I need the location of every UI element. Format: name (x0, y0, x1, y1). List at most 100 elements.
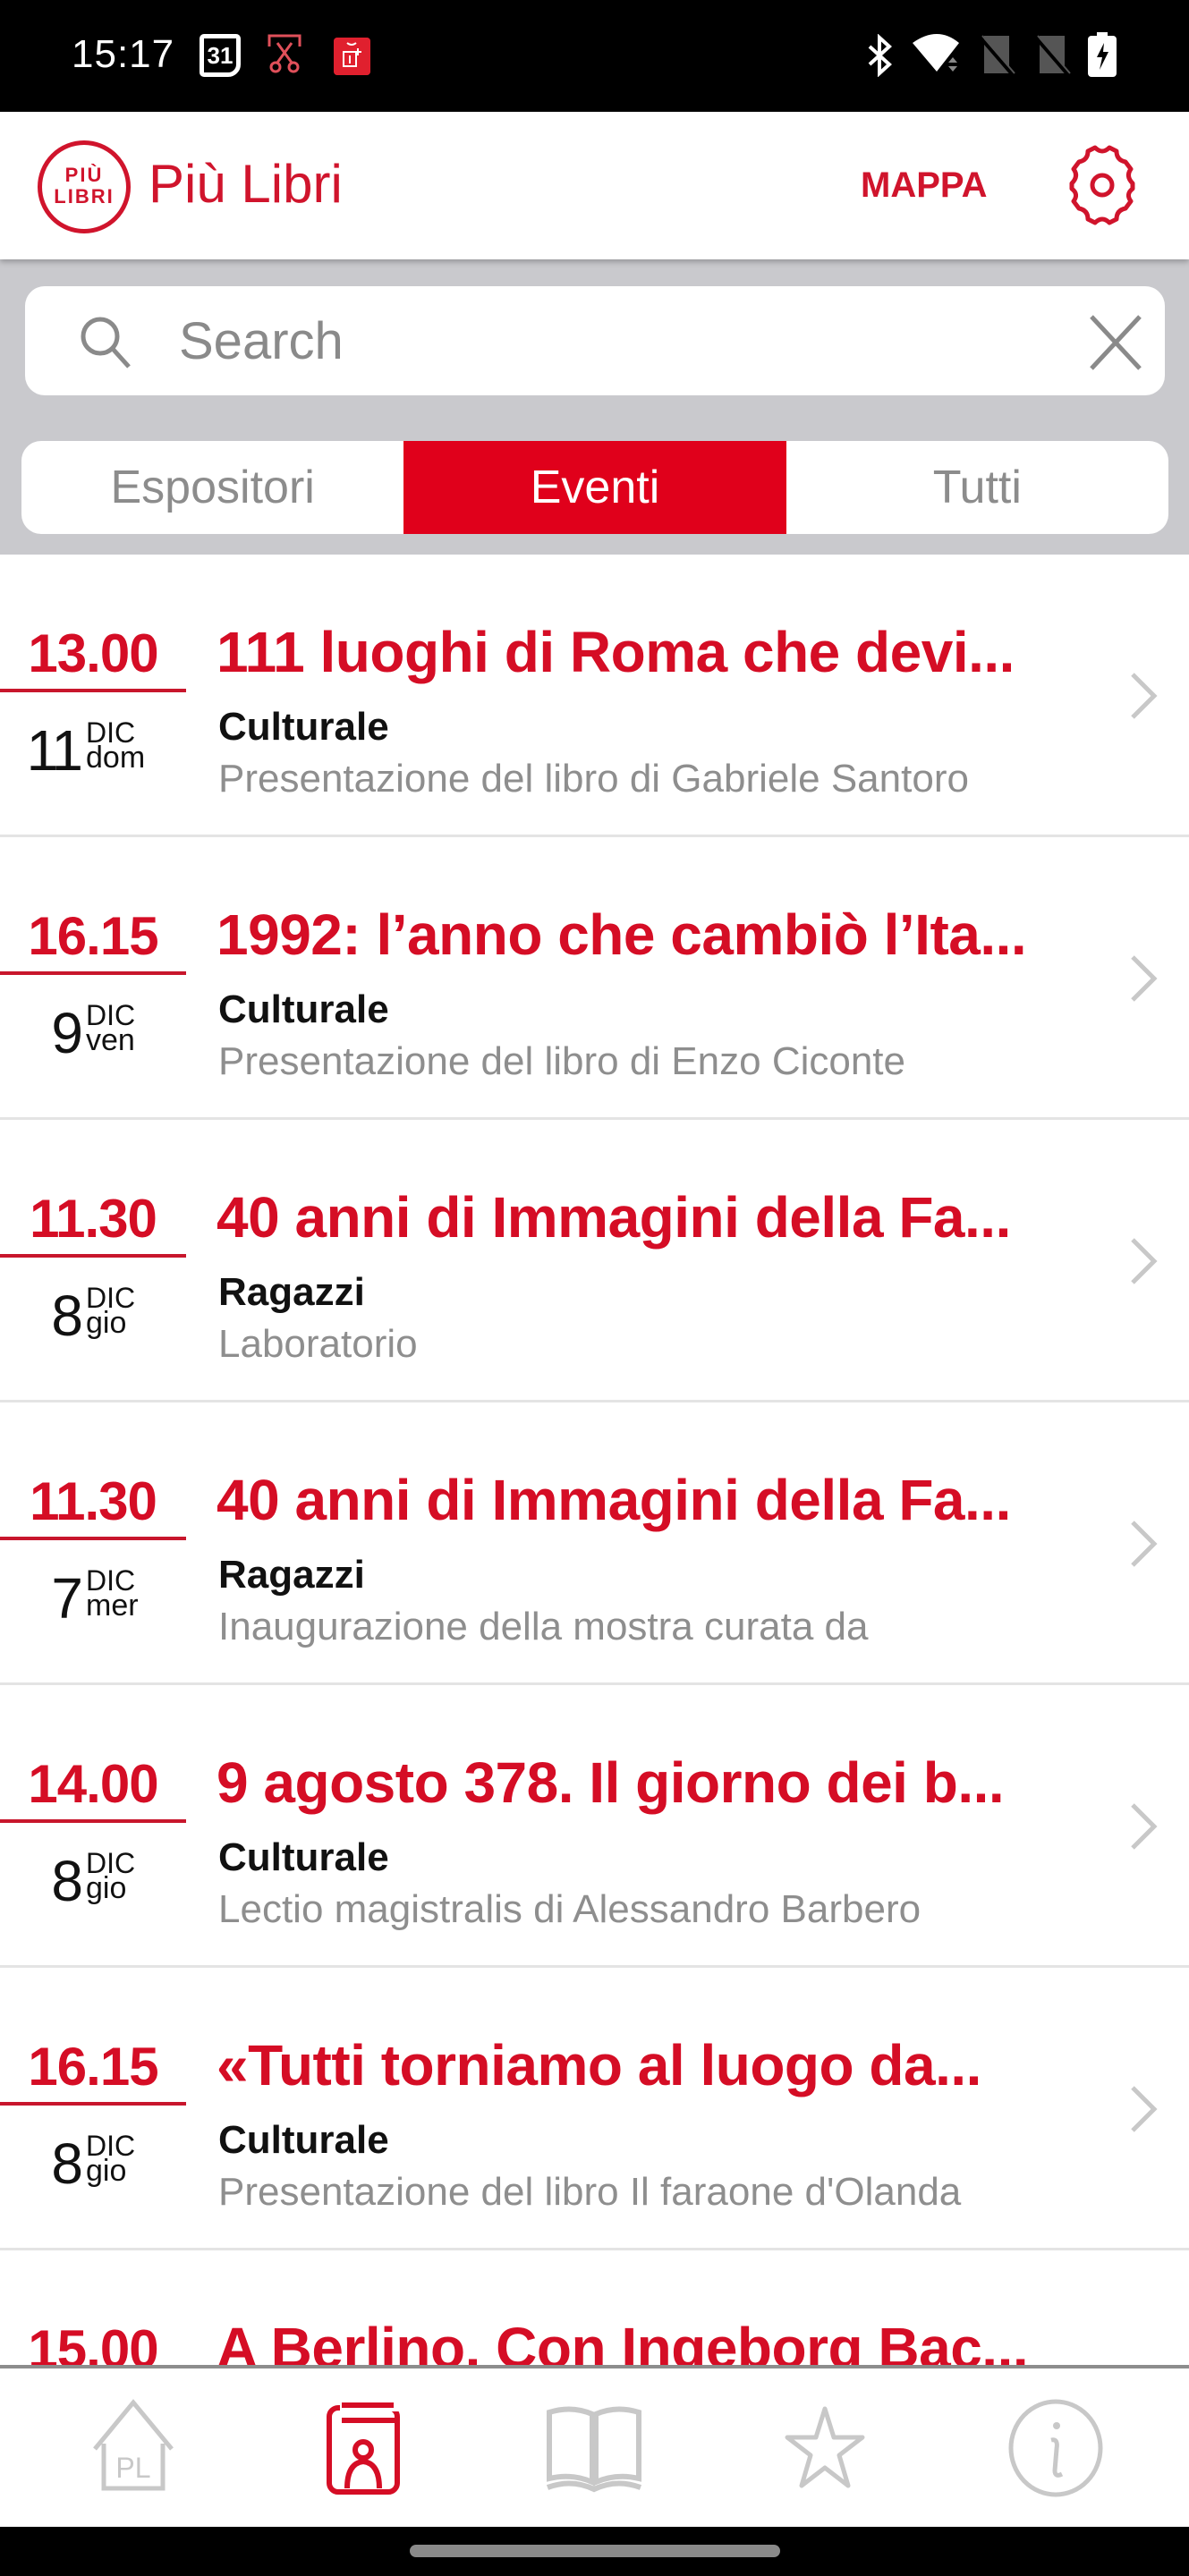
event-category: Ragazzi (218, 1553, 365, 1597)
event-date: 7 DIC mer (0, 1558, 186, 1631)
event-description: Inaugurazione della mostra curata da (218, 1605, 869, 1648)
search-filter-panel: Espositori Eventi Tutti (0, 259, 1189, 555)
search-input[interactable] (179, 302, 1038, 379)
screenshot-scissors-icon (268, 34, 301, 73)
info-icon (1008, 2399, 1103, 2496)
event-time: 13.00 (28, 623, 158, 683)
map-button[interactable]: MAPPA (861, 165, 987, 206)
event-date: 9 DIC ven (0, 993, 186, 1065)
event-row[interactable]: 13.00 11 DIC dom 111 luoghi di Roma che … (0, 555, 1189, 837)
event-category: Culturale (218, 705, 389, 749)
search-bar (25, 286, 1165, 395)
event-time: 16.15 (28, 2037, 158, 2097)
event-weekday: gio (86, 1306, 127, 1340)
chevron-right-icon (1131, 955, 1158, 1002)
event-date: 8 DIC gio (0, 2123, 186, 2196)
event-description: Presentazione del libro di Gabriele Sant… (218, 757, 969, 801)
close-icon[interactable] (1086, 313, 1145, 372)
event-title: 1992: l’anno che cambiò l’Ita... (217, 902, 1027, 967)
event-time: 14.00 (28, 1754, 158, 1814)
bluetooth-icon (868, 34, 892, 77)
system-navigation-bar (0, 2527, 1189, 2576)
event-time: 11.30 (30, 1189, 157, 1249)
oneplus-icon (334, 38, 370, 75)
event-title: 40 anni di Immagini della Fa... (217, 1468, 1011, 1532)
event-day: 8 (51, 1284, 83, 1348)
nav-catalog[interactable] (527, 2381, 661, 2515)
event-day: 8 (51, 1849, 83, 1913)
event-category: Ragazzi (218, 1270, 365, 1314)
chevron-right-icon (1131, 1521, 1158, 1567)
bottom-navigation: PL (0, 2365, 1189, 2527)
event-date: 8 DIC gio (0, 1275, 186, 1348)
logo-line-1: PIÙ (64, 164, 104, 186)
wifi-icon (913, 34, 959, 72)
event-title: 40 anni di Immagini della Fa... (217, 1185, 1011, 1250)
event-day: 11 (26, 718, 83, 783)
battery-charging-icon (1088, 32, 1117, 77)
event-category: Culturale (218, 2118, 389, 2162)
event-day: 8 (51, 2131, 83, 2196)
time-divider (0, 689, 186, 692)
time-divider (0, 2102, 186, 2106)
home-icon-label: PL (115, 2452, 150, 2484)
event-weekday: ven (86, 1023, 135, 1057)
status-time: 15:17 (72, 32, 175, 76)
search-icon (81, 317, 131, 369)
status-bar: 15:17 31 (0, 0, 1189, 112)
home-gesture-handle[interactable] (410, 2545, 780, 2557)
event-description: Laboratorio (218, 1322, 418, 1366)
event-title: A Berlino. Con Ingeborg Bac... (217, 2316, 1029, 2368)
no-sim-icon (977, 34, 1015, 77)
event-weekday: mer (86, 1589, 139, 1623)
time-divider (0, 971, 186, 975)
calendar-icon: 31 (200, 34, 241, 77)
event-row[interactable]: 11.30 7 DIC mer 40 anni di Immagini dell… (0, 1402, 1189, 1685)
event-category: Culturale (218, 1835, 389, 1879)
event-description: Lectio magistralis di Alessandro Barbero (218, 1887, 921, 1931)
event-time: 11.30 (30, 1471, 157, 1531)
logo-line-2: LIBRI (54, 185, 115, 208)
time-divider (0, 1537, 186, 1540)
tab-eventi[interactable]: Eventi (403, 441, 786, 534)
gear-icon[interactable] (1056, 139, 1149, 232)
event-time: 16.15 (28, 906, 158, 966)
event-weekday: dom (86, 741, 146, 775)
chevron-right-icon (1131, 1238, 1158, 1284)
app-title: Più Libri (149, 154, 343, 214)
event-description: Presentazione del libro di Enzo Ciconte (218, 1039, 906, 1083)
event-title: «Tutti torniamo al luogo da... (217, 2033, 981, 2097)
no-sim-icon (1032, 34, 1071, 77)
event-date: 11 DIC dom (0, 710, 186, 783)
nav-home[interactable]: PL (66, 2381, 200, 2515)
star-icon (785, 2406, 865, 2487)
time-divider (0, 1254, 186, 1258)
event-weekday: gio (86, 1871, 127, 1905)
event-date: 8 DIC gio (0, 1841, 186, 1913)
tab-espositori[interactable]: Espositori (21, 441, 403, 534)
nav-exhibitors[interactable] (297, 2381, 431, 2515)
app-header: PIÙ LIBRI Più Libri MAPPA (0, 112, 1189, 259)
event-day: 9 (51, 1001, 83, 1065)
segmented-tabs: Espositori Eventi Tutti (21, 441, 1168, 534)
home-pl-icon: PL (92, 2398, 174, 2490)
event-category: Culturale (218, 987, 389, 1031)
events-list[interactable]: 13.00 11 DIC dom 111 luoghi di Roma che … (0, 555, 1189, 2368)
event-row[interactable]: 16.15 8 DIC gio «Tutti torniamo al luogo… (0, 1968, 1189, 2250)
chevron-right-icon (1131, 2086, 1158, 2132)
event-title: 9 agosto 378. Il giorno dei b... (217, 1750, 1005, 1815)
event-day: 7 (51, 1566, 83, 1631)
time-divider (0, 1819, 186, 1823)
event-description: Presentazione del libro Il faraone d'Ola… (218, 2170, 962, 2214)
event-time: 15.00 (28, 2319, 158, 2368)
tab-tutti[interactable]: Tutti (786, 441, 1168, 534)
event-title: 111 luoghi di Roma che devi... (217, 620, 1015, 684)
nav-favorites[interactable] (758, 2381, 892, 2515)
app-logo: PIÙ LIBRI (38, 140, 131, 233)
event-row[interactable]: 15.00 A Berlino. Con Ingeborg Bac... (0, 2250, 1189, 2368)
exhibitor-badge-icon (326, 2402, 400, 2495)
event-row[interactable]: 11.30 8 DIC gio 40 anni di Immagini dell… (0, 1120, 1189, 1402)
event-row[interactable]: 14.00 8 DIC gio 9 agosto 378. Il giorno … (0, 1685, 1189, 1968)
event-row[interactable]: 16.15 9 DIC ven 1992: l’anno che cambiò … (0, 837, 1189, 1120)
nav-info[interactable] (989, 2381, 1123, 2515)
